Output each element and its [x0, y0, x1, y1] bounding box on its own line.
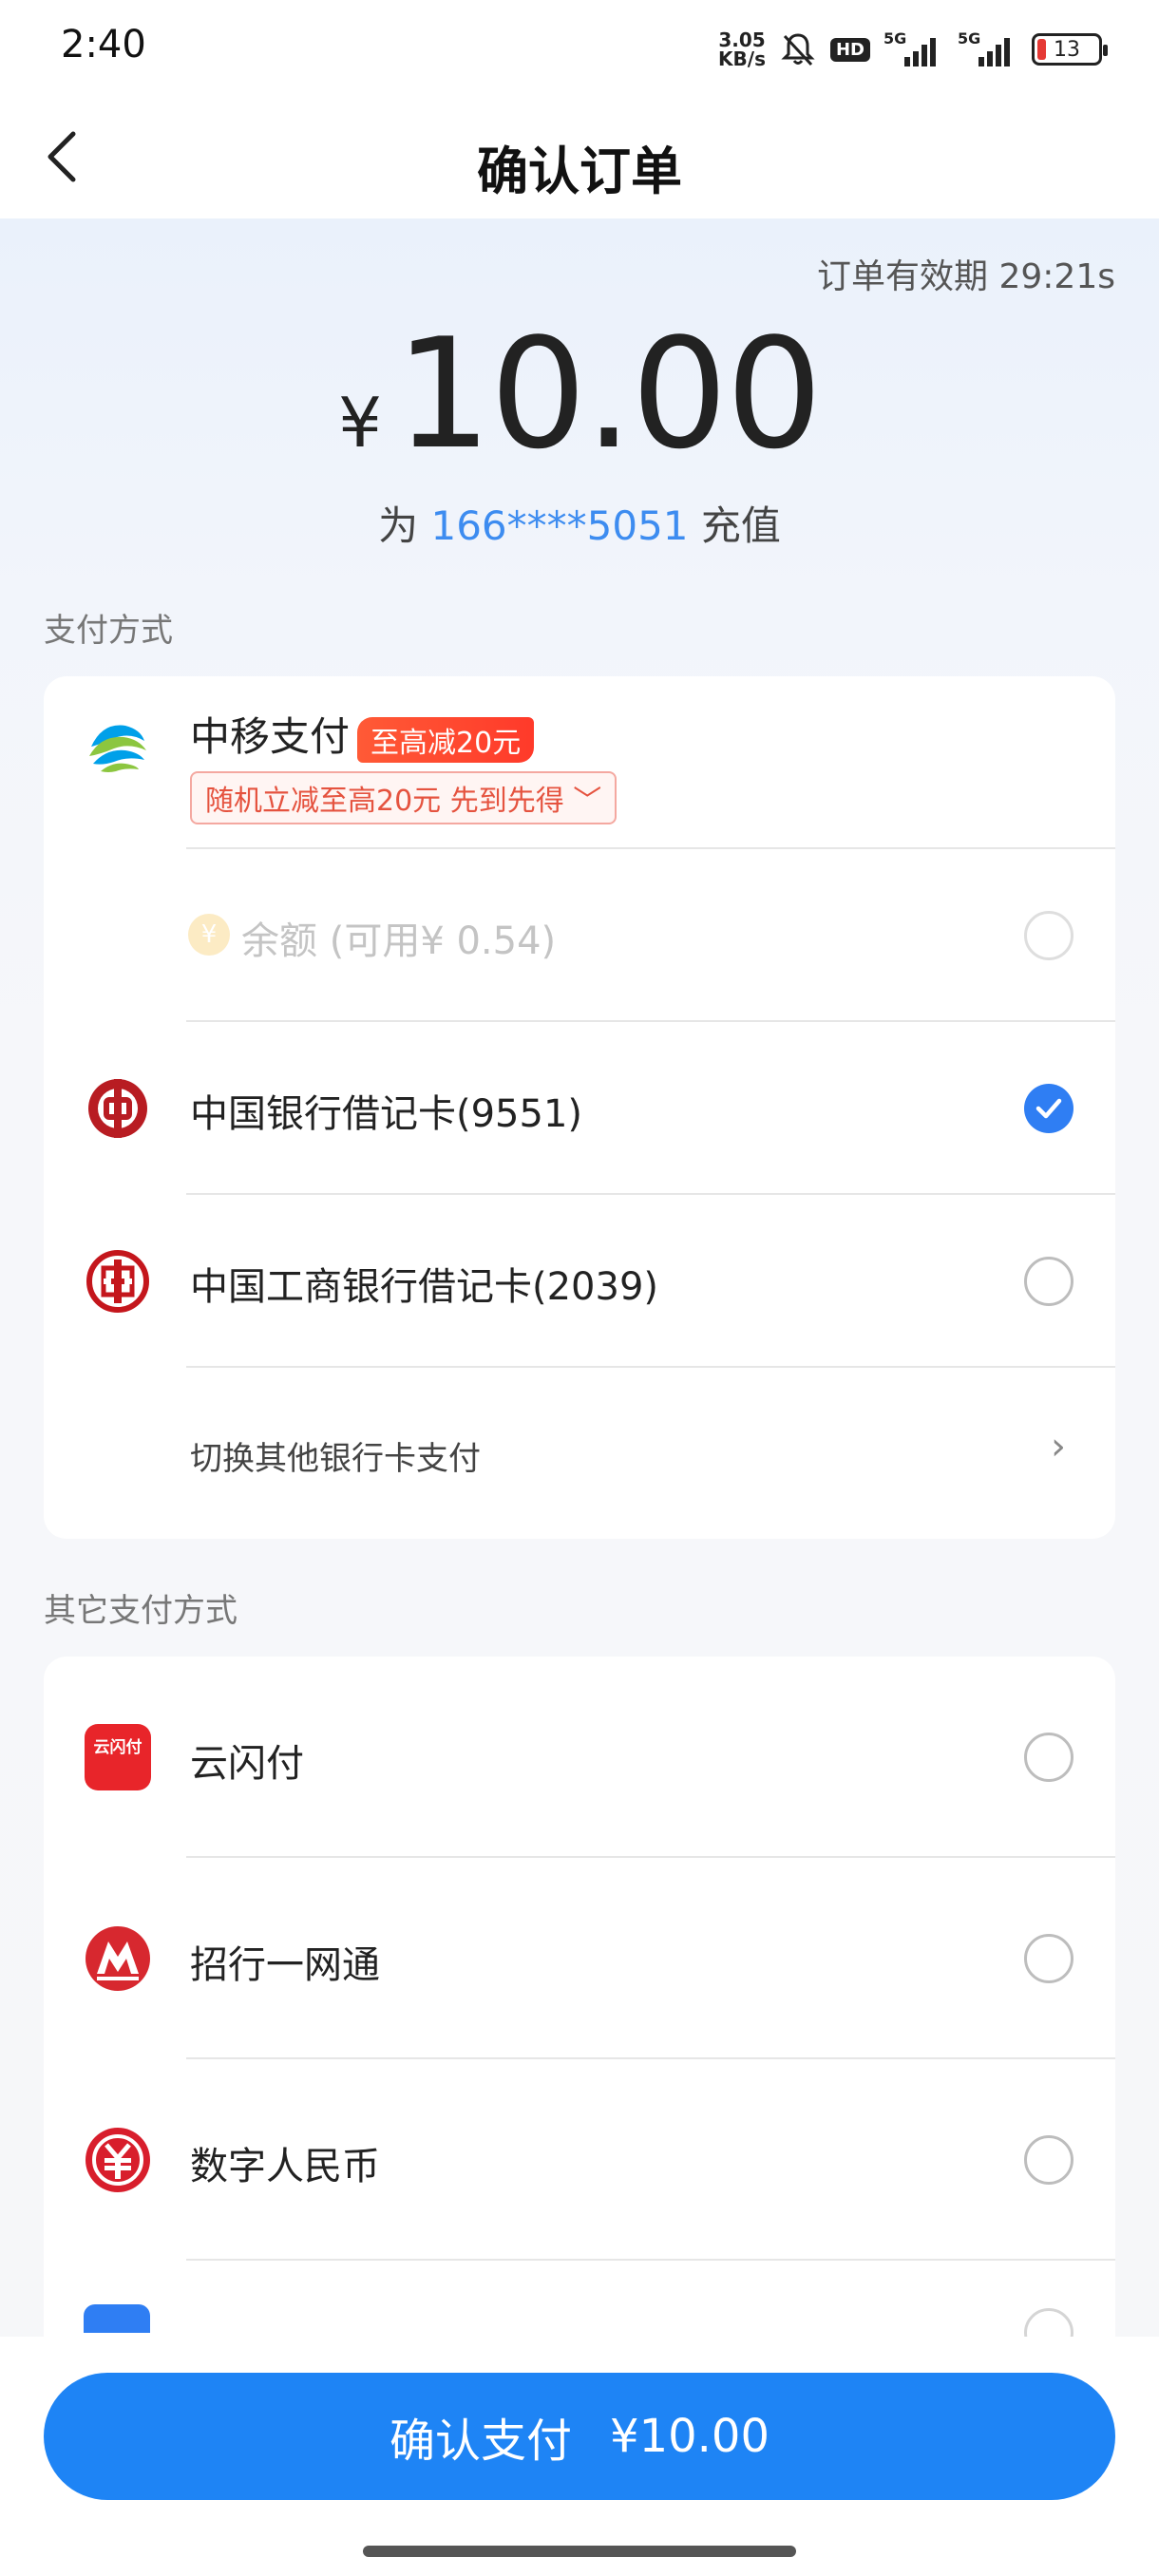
unionpay-label: 云闪付 [190, 1742, 304, 1786]
icbc-card-label: 中国工商银行借记卡(2039) [190, 1265, 659, 1309]
currency-symbol: ¥ [338, 383, 382, 463]
other-methods-card: 云闪付 云闪付 招行一网通 数字人民币 [44, 1657, 1115, 2378]
coin-icon: ¥ [188, 914, 230, 956]
boc-card-label: 中国银行借记卡(9551) [190, 1092, 583, 1136]
bank-of-china-logo-icon [84, 1074, 152, 1143]
payment-option-cmb[interactable]: 招行一网通 [44, 1858, 1115, 2057]
hd-voice-icon: HD [829, 37, 870, 62]
balance-radio [1024, 911, 1074, 960]
amount-value: 10.00 [394, 305, 823, 483]
order-validity: 订单有效期 29:21s [817, 257, 1115, 296]
network-speed: 3.05 KB/s [718, 28, 766, 70]
page-title: 确认订单 [477, 142, 682, 201]
ecny-radio[interactable] [1024, 2135, 1074, 2185]
icbc-logo-icon [84, 1247, 152, 1316]
pay-button-amount: ¥10.00 [610, 2410, 770, 2463]
boc-radio-checked[interactable] [1024, 1084, 1074, 1133]
check-icon [1036, 1098, 1062, 1119]
cmb-radio[interactable] [1024, 1934, 1074, 1983]
balance-label: 余额 (可用¥ 0.54) [241, 919, 557, 963]
cmb-label: 招行一网通 [190, 1943, 380, 1987]
switch-card-label: 切换其他银行卡支付 [190, 1440, 481, 1478]
pay-button-label: 确认支付 [390, 2415, 573, 2468]
back-button[interactable] [28, 123, 95, 190]
signal-5g-secondary-icon: 5G [958, 28, 1018, 70]
status-time: 2:40 [61, 23, 146, 66]
payment-option-balance: ¥ 余额 (可用¥ 0.54) [44, 849, 1115, 1022]
digital-rmb-logo-icon [84, 2126, 152, 2194]
unionpay-radio[interactable] [1024, 1733, 1074, 1782]
battery-icon: 13 [1032, 33, 1108, 66]
ecny-label: 数字人民币 [190, 2145, 380, 2188]
chevron-left-icon [48, 131, 76, 182]
payment-option-unionpay[interactable]: 云闪付 云闪付 [44, 1657, 1115, 1856]
discount-badge: 至高减20元 [357, 716, 535, 763]
status-bar: 2:40 3.05 KB/s HD 5G 5G 13 [0, 0, 1159, 95]
cmpay-header: 中移支付 至高减20元 随机立减至高20元 先到先得 ﹀ [44, 676, 1115, 849]
phone-number: 166****5051 [430, 502, 689, 549]
unionpay-quickpass-logo-icon: 云闪付 [84, 1723, 152, 1791]
payment-option-boc[interactable]: 中国银行借记卡(9551) [44, 1022, 1115, 1195]
bell-muted-icon [779, 30, 817, 68]
payment-methods-card: 中移支付 至高减20元 随机立减至高20元 先到先得 ﹀ ¥ 余额 (可用¥ 0.… [44, 676, 1115, 1539]
china-mobile-logo-icon [84, 714, 152, 783]
payment-option-icbc[interactable]: 中国工商银行借记卡(2039) [44, 1195, 1115, 1368]
partial-app-icon [84, 2304, 150, 2333]
cmpay-title: 中移支付 至高减20元 [190, 705, 535, 763]
nav-bar: 确认订单 [0, 95, 1159, 218]
svg-text:5G: 5G [958, 29, 980, 47]
switch-card-row[interactable]: 切换其他银行卡支付 › [44, 1368, 1115, 1539]
signal-5g-icon: 5G [884, 28, 944, 70]
recharge-target: 为 166****5051 充值 [378, 502, 781, 549]
status-icons: 3.05 KB/s HD 5G 5G 13 [718, 25, 1108, 74]
confirm-pay-button[interactable]: 确认支付 ¥10.00 [44, 2373, 1115, 2500]
promo-tag[interactable]: 随机立减至高20元 先到先得 ﹀ [190, 771, 618, 824]
section-label-other: 其它支付方式 [44, 1592, 238, 1630]
home-indicator[interactable] [363, 2546, 796, 2557]
section-label-payment: 支付方式 [44, 612, 173, 650]
icbc-radio[interactable] [1024, 1257, 1074, 1306]
payment-option-ecny[interactable]: 数字人民币 [44, 2059, 1115, 2259]
cmb-logo-icon [84, 1924, 152, 1993]
order-amount: ¥ 10.00 [0, 318, 1159, 470]
chevron-right-icon: › [1051, 1425, 1066, 1468]
svg-text:5G: 5G [884, 29, 906, 47]
